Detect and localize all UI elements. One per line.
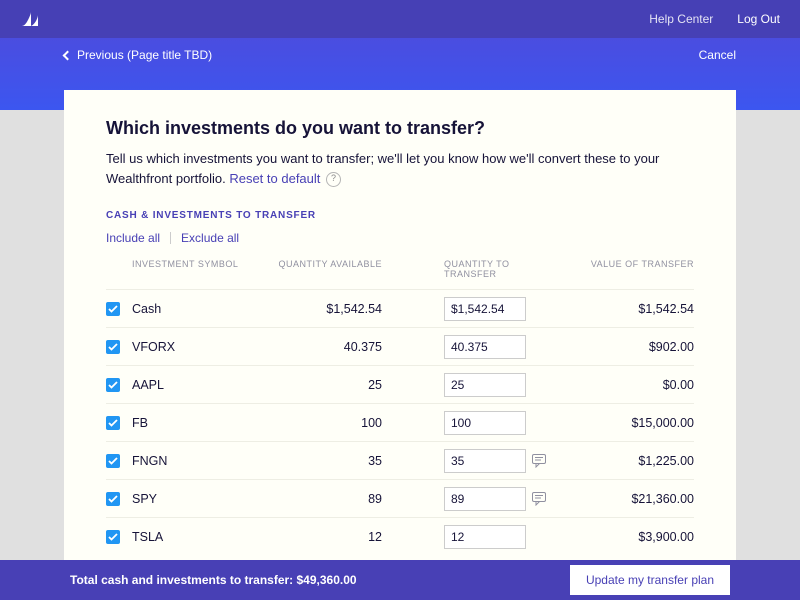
- row-value: $902.00: [562, 340, 694, 354]
- row-value: $0.00: [562, 378, 694, 392]
- row-symbol: FB: [132, 416, 272, 430]
- col-header-symbol: INVESTMENT SYMBOL: [132, 259, 272, 279]
- help-center-link[interactable]: Help Center: [649, 12, 713, 26]
- table-row: Cash$1,542.54$1,542.54: [106, 289, 694, 327]
- quantity-input[interactable]: [444, 335, 526, 359]
- exclude-all-link[interactable]: Exclude all: [181, 231, 239, 245]
- col-header-value: VALUE OF TRANSFER: [562, 259, 694, 279]
- row-symbol: FNGN: [132, 454, 272, 468]
- footer-bar: Total cash and investments to transfer: …: [0, 560, 800, 600]
- row-checkbox[interactable]: [106, 530, 120, 544]
- divider: [170, 232, 171, 244]
- table-row: AAPL25 $0.00: [106, 365, 694, 403]
- row-available: $1,542.54: [272, 302, 382, 316]
- table-row: FNGN35 $1,225.00: [106, 441, 694, 479]
- row-value: $21,360.00: [562, 492, 694, 506]
- col-header-to-transfer: QUANTITY TO TRANSFER: [382, 259, 532, 279]
- row-symbol: VFORX: [132, 340, 272, 354]
- row-checkbox[interactable]: [106, 416, 120, 430]
- page-title: Which investments do you want to transfe…: [106, 118, 694, 139]
- note-icon[interactable]: [532, 454, 562, 468]
- table-row: SPY89 $21,360.00: [106, 479, 694, 517]
- row-available: 40.375: [272, 340, 382, 354]
- row-available: 100: [272, 416, 382, 430]
- table-row: VFORX40.375 $902.00: [106, 327, 694, 365]
- quantity-input[interactable]: [444, 487, 526, 511]
- col-header-available: QUANTITY AVAILABLE: [272, 259, 382, 279]
- logo-icon: [20, 10, 40, 28]
- row-value: $1,225.00: [562, 454, 694, 468]
- row-available: 89: [272, 492, 382, 506]
- row-available: 35: [272, 454, 382, 468]
- reset-to-default-link[interactable]: Reset to default: [229, 171, 320, 186]
- section-label: CASH & INVESTMENTS TO TRANSFER: [106, 210, 694, 221]
- row-checkbox[interactable]: [106, 378, 120, 392]
- quantity-input[interactable]: [444, 525, 526, 549]
- row-value: $1,542.54: [562, 302, 694, 316]
- transfer-card: Which investments do you want to transfe…: [64, 90, 736, 560]
- page-subtitle: Tell us which investments you want to tr…: [106, 149, 694, 188]
- note-icon[interactable]: [532, 492, 562, 506]
- row-available: 25: [272, 378, 382, 392]
- row-value: $15,000.00: [562, 416, 694, 430]
- row-checkbox[interactable]: [106, 492, 120, 506]
- row-symbol: AAPL: [132, 378, 272, 392]
- log-out-link[interactable]: Log Out: [737, 12, 780, 26]
- quantity-input[interactable]: [444, 373, 526, 397]
- quantity-input[interactable]: [444, 297, 526, 321]
- update-transfer-plan-button[interactable]: Update my transfer plan: [570, 565, 730, 595]
- table-header: INVESTMENT SYMBOL QUANTITY AVAILABLE QUA…: [106, 255, 694, 289]
- row-checkbox[interactable]: [106, 454, 120, 468]
- help-icon[interactable]: ?: [326, 172, 341, 187]
- row-symbol: TSLA: [132, 530, 272, 544]
- row-symbol: Cash: [132, 302, 272, 316]
- row-checkbox[interactable]: [106, 340, 120, 354]
- cancel-link[interactable]: Cancel: [699, 48, 736, 62]
- header-bar: Help Center Log Out: [0, 0, 800, 38]
- table-row: TSLA12 $3,900.00: [106, 517, 694, 555]
- row-value: $3,900.00: [562, 530, 694, 544]
- quantity-input[interactable]: [444, 449, 526, 473]
- row-checkbox[interactable]: [106, 302, 120, 316]
- quantity-input[interactable]: [444, 411, 526, 435]
- table-row: FB100 $15,000.00: [106, 403, 694, 441]
- include-all-link[interactable]: Include all: [106, 231, 160, 245]
- row-available: 12: [272, 530, 382, 544]
- back-link-label: Previous (Page title TBD): [77, 48, 212, 62]
- footer-total: Total cash and investments to transfer: …: [70, 573, 357, 587]
- back-link[interactable]: Previous (Page title TBD): [64, 48, 212, 62]
- row-symbol: SPY: [132, 492, 272, 506]
- chevron-left-icon: [63, 50, 73, 60]
